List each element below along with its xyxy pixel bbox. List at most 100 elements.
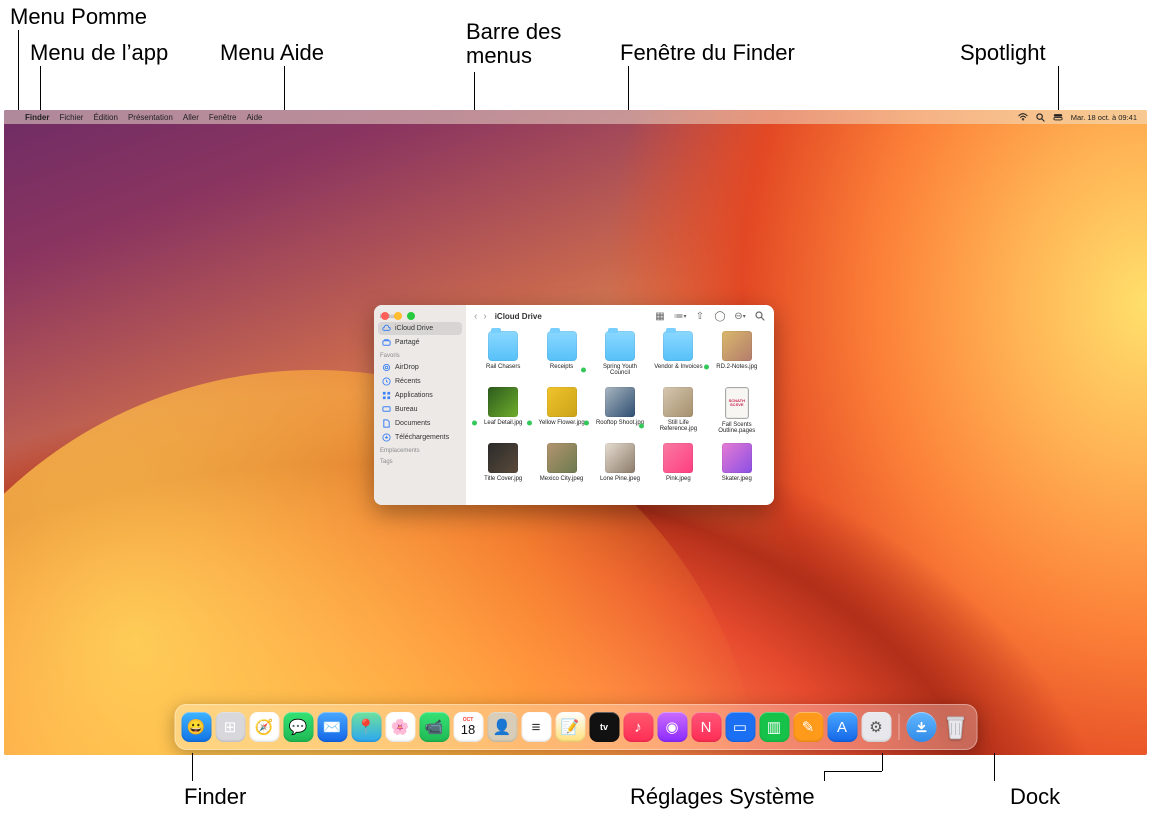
sidebar-item-label: Applications xyxy=(395,392,433,399)
file-item[interactable]: Still Life Reference.jpg xyxy=(651,387,705,441)
file-name: Fall Scents Outline.pages xyxy=(710,422,764,435)
dock-app-app-store[interactable]: A xyxy=(827,712,857,742)
dock-app-facetime[interactable]: 📹 xyxy=(419,712,449,742)
sync-status-icon xyxy=(639,424,644,429)
menubar-item-aller[interactable]: Aller xyxy=(178,113,204,122)
sync-status-icon xyxy=(527,421,532,426)
menubar-clock[interactable]: Mar. 18 oct. à 09:41 xyxy=(1067,113,1141,122)
zoom-button[interactable] xyxy=(407,312,415,320)
sidebar-item-label: Partagé xyxy=(395,339,420,346)
file-item[interactable]: Rooftop Shoot.jpg xyxy=(593,387,647,441)
dock-app-podcasts[interactable]: ◉ xyxy=(657,712,687,742)
sidebar-item-bureau[interactable]: Bureau xyxy=(378,403,462,416)
file-item[interactable]: Skater.jpeg xyxy=(710,443,764,497)
file-item[interactable]: Pink.jpeg xyxy=(651,443,705,497)
file-item[interactable]: Lone Pine.jpeg xyxy=(593,443,647,497)
dock-app-safari[interactable]: 🧭 xyxy=(249,712,279,742)
file-name: Rooftop Shoot.jpg xyxy=(596,420,644,426)
sidebar-item-applications[interactable]: Applications xyxy=(378,389,462,402)
dock-separator xyxy=(898,714,899,740)
image-thumbnail xyxy=(663,443,693,473)
file-item[interactable]: Receipts xyxy=(534,331,588,385)
menubar-item-aide[interactable]: Aide xyxy=(241,113,267,122)
sidebar-item-téléchargements[interactable]: Téléchargements xyxy=(378,431,462,444)
download-icon xyxy=(382,433,391,442)
wifi-icon[interactable] xyxy=(1014,113,1032,121)
callout-dock: Dock xyxy=(1010,784,1060,810)
dock-app-plans[interactable]: 📍 xyxy=(351,712,381,742)
view-icons-icon[interactable]: ▦ xyxy=(654,310,666,322)
dock-app-tv[interactable]: tv xyxy=(589,712,619,742)
dock-downloads-stack[interactable] xyxy=(906,712,936,742)
sidebar-item-label: AirDrop xyxy=(395,364,419,371)
close-button[interactable] xyxy=(381,312,389,320)
file-name: Mexico City.jpeg xyxy=(540,476,584,482)
file-name: Yellow Flower.jpg xyxy=(539,420,585,426)
nav-back-icon[interactable]: ‹ xyxy=(474,311,477,322)
dock-trash[interactable] xyxy=(940,712,970,742)
menubar-item-présentation[interactable]: Présentation xyxy=(123,113,178,122)
cloud-icon xyxy=(382,324,391,333)
sync-status-icon xyxy=(584,421,589,426)
tags-icon[interactable]: ◯ xyxy=(714,310,726,322)
sidebar-item-récents[interactable]: Récents xyxy=(378,375,462,388)
search-icon[interactable] xyxy=(754,310,766,322)
sidebar-item-icloud-drive[interactable]: iCloud Drive xyxy=(378,322,462,335)
dock-app-notes[interactable]: 📝 xyxy=(555,712,585,742)
callout-system-settings: Réglages Système xyxy=(630,784,815,810)
dock-app-finder[interactable]: 😀 xyxy=(181,712,211,742)
dock-app-numbers[interactable]: ▥ xyxy=(759,712,789,742)
sidebar-section-label: Tags xyxy=(380,459,460,465)
file-item[interactable]: Title Cover.jpg xyxy=(476,443,530,497)
spotlight-icon[interactable] xyxy=(1032,113,1049,122)
file-item[interactable]: Leaf Detail.jpg xyxy=(476,387,530,441)
menubar-item-fichier[interactable]: Fichier xyxy=(54,113,88,122)
dock-app-news[interactable]: N xyxy=(691,712,721,742)
window-traffic-lights[interactable] xyxy=(381,312,415,320)
finder-sidebar: iCloudiCloud DrivePartagéFavorisAirDropR… xyxy=(374,305,466,505)
image-thumbnail xyxy=(722,331,752,361)
file-name: Still Life Reference.jpg xyxy=(651,420,705,433)
image-thumbnail xyxy=(547,387,577,417)
dock-app-photos[interactable]: 🌸 xyxy=(385,712,415,742)
leader xyxy=(18,30,19,112)
menubar-item-finder[interactable]: Finder xyxy=(20,113,54,122)
file-name: Vendor & Invoices xyxy=(654,364,702,370)
control-center-icon[interactable] xyxy=(1049,113,1067,121)
dock-app-contacts[interactable]: 👤 xyxy=(487,712,517,742)
nav-forward-icon[interactable]: › xyxy=(483,311,486,322)
dock-app-musique[interactable]: ♪ xyxy=(623,712,653,742)
minimize-button[interactable] xyxy=(394,312,402,320)
desktop-icon xyxy=(382,405,391,414)
action-menu-icon[interactable]: ⊖▾ xyxy=(734,310,746,322)
dock-app-keynote[interactable]: ▭ xyxy=(725,712,755,742)
finder-window[interactable]: iCloudiCloud DrivePartagéFavorisAirDropR… xyxy=(374,305,774,505)
sidebar-item-airdrop[interactable]: AirDrop xyxy=(378,361,462,374)
file-item[interactable]: Spring Youth Council xyxy=(593,331,647,385)
file-item[interactable]: Vendor & Invoices xyxy=(651,331,705,385)
group-menu-icon[interactable]: ≔▾ xyxy=(674,310,686,322)
sidebar-item-documents[interactable]: Documents xyxy=(378,417,462,430)
dock-app-launchpad[interactable]: ⊞ xyxy=(215,712,245,742)
dock-app-réglages-système[interactable]: ⚙︎ xyxy=(861,712,891,742)
leader xyxy=(474,72,475,112)
leader xyxy=(824,771,825,781)
airdrop-icon xyxy=(382,363,391,372)
callout-menu-bar-text: Barre des menus xyxy=(466,19,561,68)
menubar-item-édition[interactable]: Édition xyxy=(88,113,122,122)
sidebar-item-partagé[interactable]: Partagé xyxy=(378,336,462,349)
file-item[interactable]: Yellow Flower.jpg xyxy=(534,387,588,441)
dock-app-rappels[interactable]: ≡ xyxy=(521,712,551,742)
file-item[interactable]: SCNATHSCSVEFall Scents Outline.pages xyxy=(710,387,764,441)
menubar-item-fenêtre[interactable]: Fenêtre xyxy=(204,113,242,122)
share-icon[interactable]: ⇧ xyxy=(694,310,706,322)
file-item[interactable]: Rail Chasers xyxy=(476,331,530,385)
leader xyxy=(192,753,193,781)
dock-app-pages[interactable]: ✎ xyxy=(793,712,823,742)
file-item[interactable]: RD.2-Notes.jpg xyxy=(710,331,764,385)
dock-app-messages[interactable]: 💬 xyxy=(283,712,313,742)
dock-app-calendrier[interactable]: OCT18 xyxy=(453,712,483,742)
image-thumbnail xyxy=(605,387,635,417)
file-item[interactable]: Mexico City.jpeg xyxy=(534,443,588,497)
dock-app-mail[interactable]: ✉️ xyxy=(317,712,347,742)
